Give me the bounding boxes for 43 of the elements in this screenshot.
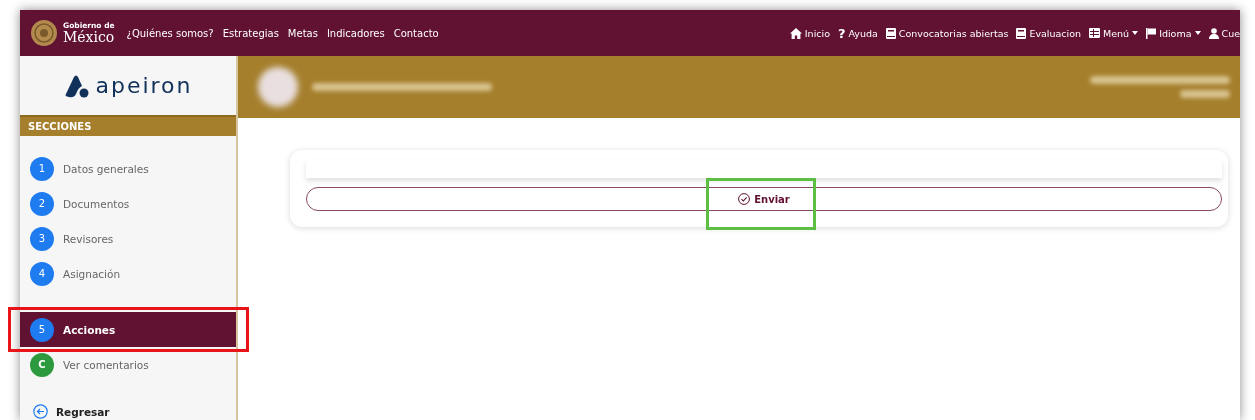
nav-link[interactable]: Cue: [1208, 27, 1240, 39]
nav-link[interactable]: Estrategias: [222, 27, 279, 39]
step-number: 5: [30, 317, 54, 342]
nav-link[interactable]: Menú: [1089, 27, 1139, 39]
send-button[interactable]: Enviar: [306, 187, 1222, 211]
step-item[interactable]: 3 Revisores: [20, 221, 236, 256]
home-icon: [789, 27, 802, 39]
step-item[interactable]: 2 Documentos: [20, 186, 236, 221]
caret-icon: [1194, 31, 1201, 35]
check-circle-icon: [738, 193, 751, 205]
nav-link[interactable]: ? Ayuda: [837, 26, 878, 40]
step-number: 3: [30, 226, 54, 251]
logo-wordmark: apeiron: [95, 73, 193, 98]
step-item[interactable]: 1 Datos generales: [20, 151, 236, 186]
help-icon: ?: [837, 26, 846, 40]
caret-icon: [1132, 31, 1139, 35]
nav-link[interactable]: Metas: [287, 27, 318, 39]
blurred-text: [1180, 90, 1230, 98]
nav-link[interactable]: ¿Quiénes somos?: [126, 27, 214, 39]
nav-link[interactable]: Convocatorias abiertas: [885, 27, 1009, 39]
step-number: C: [30, 352, 54, 377]
seal-icon: [30, 19, 58, 47]
book-icon: [885, 27, 896, 39]
step-number: 1: [30, 156, 54, 181]
list-icon: [1089, 28, 1101, 38]
nav-link[interactable]: Inicio: [789, 27, 830, 39]
step-item[interactable]: 5 Acciones: [20, 312, 236, 347]
section-header: SECCIONES: [20, 115, 236, 136]
nav-link[interactable]: Indicadores: [326, 27, 385, 39]
book-icon: [1016, 27, 1027, 39]
blurred-avatar: [258, 67, 298, 107]
step-number: 2: [30, 191, 54, 216]
flag-icon: [1146, 27, 1157, 39]
back-link[interactable]: Regresar: [20, 404, 236, 419]
step-number: 4: [30, 261, 54, 286]
nav-link[interactable]: Evaluacion: [1016, 27, 1082, 39]
step-item[interactable]: C Ver comentarios: [20, 347, 236, 382]
nav-link[interactable]: Idioma: [1146, 27, 1201, 39]
logo-icon: [63, 73, 90, 98]
user-icon: [1208, 27, 1219, 39]
step-item[interactable]: 4 Asignación: [20, 256, 236, 291]
nav-link[interactable]: Contacto: [393, 27, 439, 39]
brand-title: México: [63, 29, 115, 44]
